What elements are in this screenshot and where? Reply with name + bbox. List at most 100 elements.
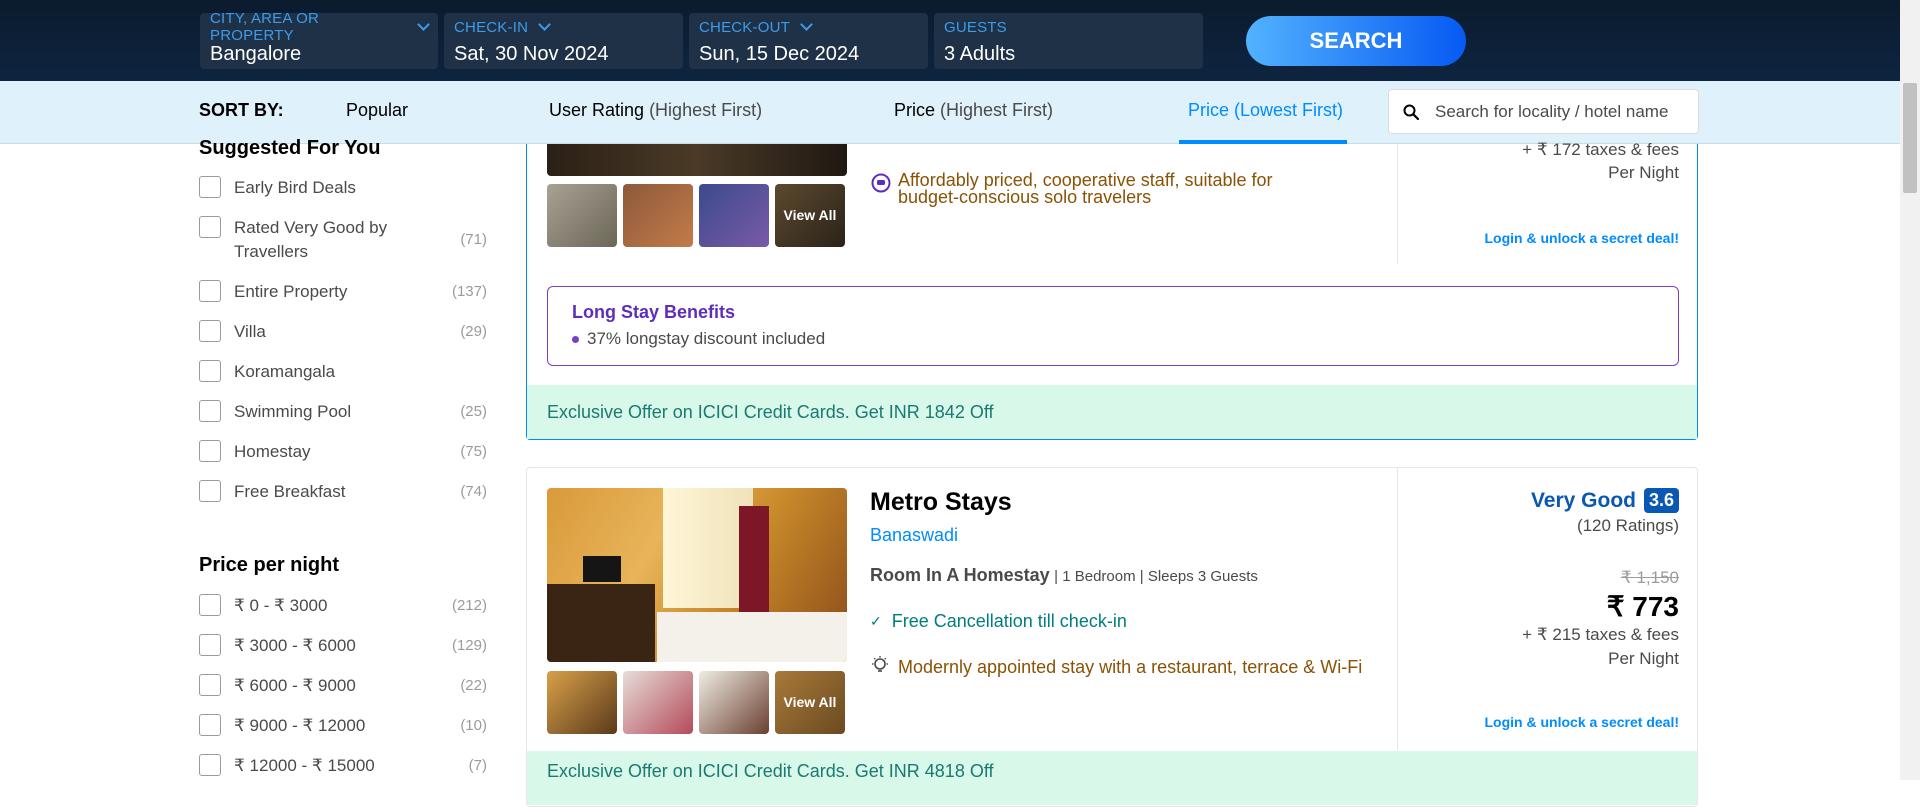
checkbox[interactable] xyxy=(199,440,221,462)
checkout-label: CHECK-OUT xyxy=(699,18,790,36)
cabinet-shape xyxy=(547,584,655,662)
filter-koramangala[interactable]: Koramangala xyxy=(199,360,487,384)
taxes-fees: + ₹ 215 taxes & fees xyxy=(1522,625,1679,644)
sort-option-user-rating[interactable]: User Rating (Highest First) xyxy=(549,100,762,121)
filter-price-6000-9000[interactable]: ₹ 6000 - ₹ 9000 (22) xyxy=(199,674,487,698)
view-all-photos-button[interactable]: View All xyxy=(775,184,845,247)
lightbulb-icon xyxy=(872,656,888,672)
room-info: Room In A Homestay | 1 Bedroom | Sleeps … xyxy=(870,565,1258,586)
hotel-card[interactable]: View All Affordably priced, cooperative … xyxy=(526,140,1698,440)
taxes-fees: + ₹ 172 taxes & fees xyxy=(1522,140,1679,159)
checkout-value: Sun, 15 Dec 2024 xyxy=(699,43,860,65)
exclusive-offer-strip: Exclusive Offer on ICICI Credit Cards. G… xyxy=(527,385,1697,439)
hotel-locality[interactable]: Banaswadi xyxy=(870,525,958,546)
exclusive-offer-strip: Exclusive Offer on ICICI Credit Cards. G… xyxy=(527,751,1697,805)
chevron-down-icon xyxy=(538,18,551,31)
hotel-thumbnail[interactable] xyxy=(547,184,617,247)
filter-swimming-pool[interactable]: Swimming Pool (25) xyxy=(199,400,487,424)
filter-price-9000-12000[interactable]: ₹ 9000 - ₹ 12000 (10) xyxy=(199,714,487,738)
rating-text: Very Good xyxy=(1530,488,1636,512)
checkin-label: CHECK-IN xyxy=(454,18,529,36)
view-all-photos-button[interactable]: View All xyxy=(775,671,845,734)
checkbox[interactable] xyxy=(199,714,221,736)
login-deal-link[interactable]: Login & unlock a secret deal! xyxy=(1485,714,1680,730)
card-divider xyxy=(1397,468,1398,750)
city-label: CITY, AREA OR PROPERTY xyxy=(210,10,320,44)
page-scrollbar[interactable] xyxy=(1900,0,1920,780)
checkbox[interactable] xyxy=(199,400,221,422)
guests-label: GUESTS xyxy=(944,18,1007,36)
filter-villa[interactable]: Villa (29) xyxy=(199,320,487,344)
locality-search-box[interactable] xyxy=(1388,89,1699,134)
hotel-usp: Affordably priced, cooperative staff, su… xyxy=(898,170,1273,207)
checkmark-icon: ✓ xyxy=(870,613,882,629)
sort-option-price-high[interactable]: Price (Highest First) xyxy=(894,100,1053,121)
guests-field[interactable]: GUESTS 3 Adults xyxy=(934,13,1203,69)
room-type: Room In A Homestay xyxy=(870,565,1050,585)
cancellation-text: Free Cancellation till check-in xyxy=(891,611,1127,631)
free-cancellation: ✓ Free Cancellation till check-in xyxy=(870,611,1127,632)
long-stay-benefits-box: Long Stay Benefits 37% longstay discount… xyxy=(547,286,1679,366)
sort-option-price-low[interactable]: Price (Lowest First) xyxy=(1188,100,1343,121)
rating-summary: Very Good 3.6 xyxy=(1531,488,1679,513)
guests-value: 3 Adults xyxy=(944,43,1016,65)
long-stay-title: Long Stay Benefits xyxy=(572,302,736,322)
filter-rated-very-good[interactable]: Rated Very Good by Travellers (71) xyxy=(199,216,487,264)
checkbox[interactable] xyxy=(199,674,221,696)
hotel-thumbnail[interactable] xyxy=(547,671,617,734)
filter-entire-property[interactable]: Entire Property (137) xyxy=(199,280,487,304)
final-price: ₹ 773 xyxy=(1606,591,1679,622)
bullet-icon xyxy=(572,335,579,343)
checkin-value: Sat, 30 Nov 2024 xyxy=(454,43,609,65)
checkin-field[interactable]: CHECK-IN Sat, 30 Nov 2024 xyxy=(444,13,683,69)
chat-bubble-icon xyxy=(871,173,891,193)
filter-price-3000-6000[interactable]: ₹ 3000 - ₹ 6000 (129) xyxy=(199,634,487,658)
checkbox[interactable] xyxy=(199,176,221,198)
city-value: Bangalore xyxy=(210,43,302,65)
filter-price-12000-15000[interactable]: ₹ 12000 - ₹ 15000 (7) xyxy=(199,754,487,778)
hotel-usp: Modernly appointed stay with a restauran… xyxy=(898,657,1363,677)
tv-shape xyxy=(583,556,621,582)
chevron-down-icon xyxy=(800,18,813,31)
rating-count: (120 Ratings) xyxy=(1576,516,1679,535)
search-header: CITY, AREA OR PROPERTY Bangalore CHECK-I… xyxy=(0,0,1920,81)
hotel-thumbnail[interactable] xyxy=(699,671,769,734)
scrollbar-thumb[interactable] xyxy=(1903,83,1917,193)
hotel-thumbnail[interactable] xyxy=(623,184,693,247)
checkbox[interactable] xyxy=(199,754,221,776)
filter-early-bird[interactable]: Early Bird Deals xyxy=(199,176,487,200)
room-details: | 1 Bedroom | Sleeps 3 Guests xyxy=(1054,568,1258,585)
rating-score-badge: 3.6 xyxy=(1643,488,1679,513)
suggested-heading: Suggested For You xyxy=(199,137,381,159)
hotel-thumbnail[interactable] xyxy=(699,184,769,247)
price-per-night-heading: Price per night xyxy=(199,554,340,576)
filter-price-0-3000[interactable]: ₹ 0 - ₹ 3000 (212) xyxy=(199,594,487,618)
filter-homestay[interactable]: Homestay (75) xyxy=(199,440,487,464)
checkbox[interactable] xyxy=(199,216,221,238)
curtain-shape xyxy=(739,506,769,626)
checkout-field[interactable]: CHECK-OUT Sun, 15 Dec 2024 xyxy=(689,13,928,69)
hotel-thumbnail[interactable] xyxy=(623,671,693,734)
locality-search-input[interactable] xyxy=(1435,90,1690,133)
card-divider xyxy=(1397,144,1398,264)
hotel-main-image[interactable] xyxy=(547,488,847,662)
checkbox[interactable] xyxy=(199,480,221,502)
city-field[interactable]: CITY, AREA OR PROPERTY Bangalore xyxy=(200,10,438,69)
checkbox[interactable] xyxy=(199,634,221,656)
chevron-down-icon xyxy=(417,18,430,31)
bed-shape xyxy=(657,612,847,662)
hotel-card[interactable]: View All Metro Stays Banaswadi Room In A… xyxy=(526,467,1698,807)
filter-free-breakfast[interactable]: Free Breakfast (74) xyxy=(199,480,487,504)
checkbox[interactable] xyxy=(199,360,221,382)
sort-bar: SORT BY: Popular User Rating (Highest Fi… xyxy=(0,81,1900,144)
hotel-name[interactable]: Metro Stays xyxy=(870,488,1012,517)
sort-option-popular[interactable]: Popular xyxy=(346,100,408,121)
hotel-main-image[interactable] xyxy=(547,144,847,176)
checkbox[interactable] xyxy=(199,280,221,302)
long-stay-item: 37% longstay discount included xyxy=(572,329,825,349)
sort-by-label: SORT BY: xyxy=(199,100,284,120)
checkbox[interactable] xyxy=(199,594,221,616)
login-deal-link[interactable]: Login & unlock a secret deal! xyxy=(1485,230,1680,246)
search-button[interactable]: SEARCH xyxy=(1246,16,1466,66)
checkbox[interactable] xyxy=(199,320,221,342)
